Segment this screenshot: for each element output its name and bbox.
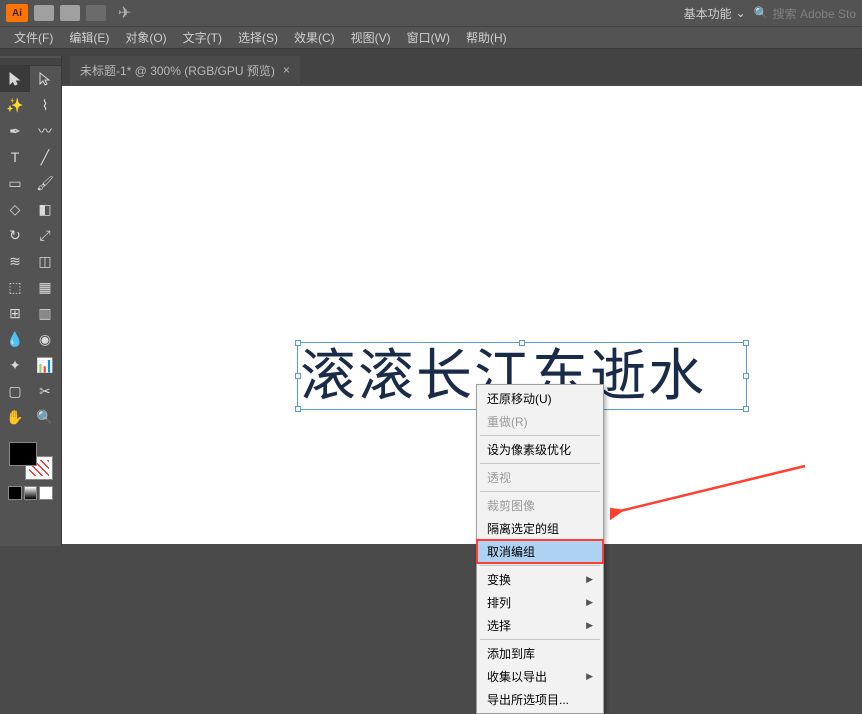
bridge-icon[interactable]: [34, 5, 54, 21]
document-title: 未标题-1* @ 300% (RGB/GPU 预览): [80, 62, 275, 79]
graph-tool[interactable]: 📊: [30, 352, 60, 378]
gpu-icon[interactable]: ✈: [118, 3, 131, 23]
selection-tool[interactable]: [0, 66, 30, 92]
shape-builder-tool[interactable]: ⬚: [0, 274, 30, 300]
curvature-tool[interactable]: 〰: [30, 118, 60, 144]
gradient-tool[interactable]: ▥: [30, 300, 60, 326]
menu-view[interactable]: 视图(V): [343, 27, 399, 48]
handle-top-left[interactable]: [295, 340, 301, 346]
submenu-arrow-icon: ▶: [586, 671, 593, 682]
free-transform-tool[interactable]: ◫: [30, 248, 60, 274]
ctx-arrange[interactable]: 排列▶: [477, 591, 603, 614]
search-box[interactable]: 🔍 搜索 Adobe Sto: [754, 5, 856, 22]
color-mode-icon[interactable]: [8, 486, 22, 500]
document-tab[interactable]: 未标题-1* @ 300% (RGB/GPU 预览) ×: [70, 56, 300, 85]
perspective-tool[interactable]: ▦: [30, 274, 60, 300]
eyedropper-tool[interactable]: 💧: [0, 326, 30, 352]
menu-edit[interactable]: 编辑(E): [61, 27, 117, 48]
fill-swatch[interactable]: [9, 442, 37, 466]
symbol-sprayer-tool[interactable]: ✦: [0, 352, 30, 378]
direct-selection-tool[interactable]: [30, 66, 60, 92]
menu-select[interactable]: 选择(S): [230, 27, 286, 48]
ctx-isolate[interactable]: 隔离选定的组: [477, 517, 603, 540]
menu-help[interactable]: 帮助(H): [458, 27, 515, 48]
scale-tool[interactable]: ⤢: [30, 222, 60, 248]
width-tool[interactable]: ≋: [0, 248, 30, 274]
menu-file[interactable]: 文件(F): [6, 27, 61, 48]
ctx-undo[interactable]: 还原移动(U): [477, 387, 603, 410]
ctx-crop: 裁剪图像: [477, 494, 603, 517]
stock-icon[interactable]: [60, 5, 80, 21]
canvas[interactable]: 滚滚长江东逝水 锚点 还原移动(U) 重做(R) 设为像素级优化: [62, 86, 862, 544]
arrange-docs-icon[interactable]: [86, 5, 106, 21]
submenu-arrow-icon: ▶: [586, 620, 593, 631]
handle-bottom-left[interactable]: [295, 406, 301, 412]
rotate-tool[interactable]: ↻: [0, 222, 30, 248]
pen-tool[interactable]: ✒: [0, 118, 30, 144]
ctx-perspective: 透视: [477, 466, 603, 489]
artboard-tool[interactable]: ▢: [0, 378, 30, 404]
brush-tool[interactable]: 🖌: [30, 170, 60, 196]
lasso-tool[interactable]: ⌇: [30, 92, 60, 118]
handle-top-mid[interactable]: [519, 340, 525, 346]
blend-tool[interactable]: ◉: [30, 326, 60, 352]
ctx-collect-export[interactable]: 收集以导出▶: [477, 665, 603, 688]
zoom-tool[interactable]: 🔍: [30, 404, 60, 430]
context-menu: 还原移动(U) 重做(R) 设为像素级优化 透视 裁剪图像 隔离选定的组 取消编…: [476, 384, 604, 714]
handle-mid-left[interactable]: [295, 373, 301, 379]
menu-effect[interactable]: 效果(C): [286, 27, 343, 48]
ctx-transform[interactable]: 变换▶: [477, 568, 603, 591]
line-tool[interactable]: ╱: [30, 144, 60, 170]
handle-mid-right[interactable]: [743, 373, 749, 379]
workspace-label: 基本功能: [684, 5, 732, 22]
ctx-export-selection[interactable]: 导出所选项目...: [477, 688, 603, 711]
ctx-pixel-perfect[interactable]: 设为像素级优化: [477, 438, 603, 461]
submenu-arrow-icon: ▶: [586, 597, 593, 608]
type-tool[interactable]: T: [0, 144, 30, 170]
shaper-tool[interactable]: ◇: [0, 196, 30, 222]
search-icon: 🔍: [754, 6, 769, 20]
handle-top-right[interactable]: [743, 340, 749, 346]
close-tab-button[interactable]: ×: [283, 63, 290, 77]
gradient-mode-icon[interactable]: [24, 486, 38, 500]
menu-object[interactable]: 对象(O): [117, 27, 174, 48]
app-logo: Ai: [6, 4, 28, 22]
submenu-arrow-icon: ▶: [586, 574, 593, 585]
mesh-tool[interactable]: ⊞: [0, 300, 30, 326]
menu-window[interactable]: 窗口(W): [399, 27, 458, 48]
handle-bottom-right[interactable]: [743, 406, 749, 412]
fill-stroke-swatch[interactable]: [9, 442, 53, 480]
ctx-select[interactable]: 选择▶: [477, 614, 603, 637]
menu-type[interactable]: 文字(T): [175, 27, 230, 48]
ctx-ungroup[interactable]: 取消编组: [477, 540, 603, 563]
annotation-arrow: [610, 456, 810, 536]
eraser-tool[interactable]: ◧: [30, 196, 60, 222]
toolbox: ✨ ⌇ ✒ 〰 T ╱ ▭ 🖌 ◇ ◧ ↻ ⤢ ≋ ◫ ⬚ ▦: [0, 56, 62, 546]
ctx-redo: 重做(R): [477, 410, 603, 433]
menubar: 文件(F) 编辑(E) 对象(O) 文字(T) 选择(S) 效果(C) 视图(V…: [0, 26, 862, 48]
hand-tool[interactable]: ✋: [0, 404, 30, 430]
rectangle-tool[interactable]: ▭: [0, 170, 30, 196]
slice-tool[interactable]: ✂: [30, 378, 60, 404]
ctx-add-library[interactable]: 添加到库: [477, 642, 603, 665]
search-placeholder: 搜索 Adobe Sto: [773, 5, 856, 22]
none-mode-icon[interactable]: [39, 486, 53, 500]
chevron-down-icon: ⌄: [736, 6, 746, 20]
workspace-switcher[interactable]: 基本功能 ⌄: [676, 5, 754, 22]
magic-wand-tool[interactable]: ✨: [0, 92, 30, 118]
